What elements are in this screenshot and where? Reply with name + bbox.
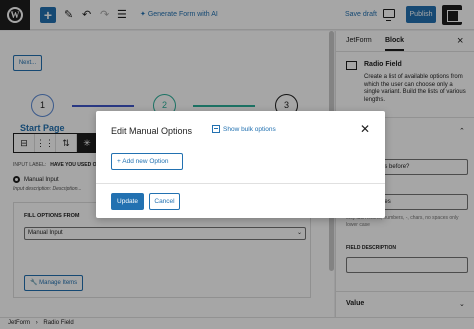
show-bulk-options-label: Show bulk options xyxy=(223,125,276,133)
divider xyxy=(96,183,385,184)
add-new-option-button[interactable]: + Add new Option xyxy=(111,153,183,170)
modal-title: Edit Manual Options xyxy=(111,126,193,136)
close-icon[interactable]: ✕ xyxy=(360,122,370,136)
cancel-button[interactable]: Cancel xyxy=(149,193,180,210)
plus-icon: + xyxy=(117,158,121,165)
show-bulk-options-button[interactable]: Show bulk options xyxy=(212,125,276,133)
bulk-list-icon xyxy=(212,125,220,133)
update-button[interactable]: Update xyxy=(111,193,144,210)
edit-options-modal: Edit Manual Options Show bulk options ✕ … xyxy=(96,111,385,218)
add-new-option-label: Add new Option xyxy=(122,158,169,165)
